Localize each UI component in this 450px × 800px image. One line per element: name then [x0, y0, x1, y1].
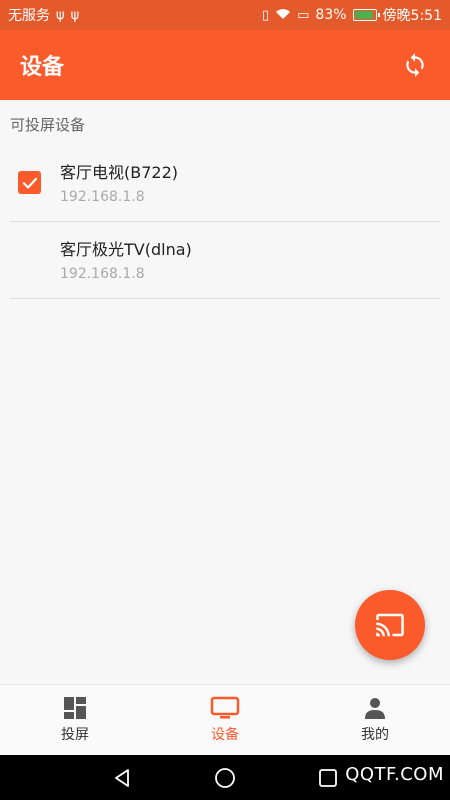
- refresh-icon: [406, 53, 424, 77]
- watermark: QQTF.COM: [345, 764, 444, 785]
- device-item[interactable]: 客厅极光TV(dlna) 192.168.1.8: [10, 222, 440, 299]
- battery-percent: 83%: [315, 7, 347, 23]
- device-ip: 192.168.1.8: [60, 189, 145, 205]
- nav-item-cast[interactable]: 投屏: [0, 685, 150, 755]
- device-ip: 192.168.1.8: [60, 266, 145, 282]
- status-right: ▯ ▭ 83% 傍晚5:51: [262, 5, 442, 25]
- clock: 傍晚5:51: [382, 8, 442, 24]
- device-item[interactable]: 客厅电视(B722) 192.168.1.8: [10, 145, 440, 222]
- cast-icon: [376, 613, 404, 637]
- section-title: 可投屏设备: [10, 116, 86, 134]
- carrier-text: 无服务: [8, 8, 50, 24]
- nav-label: 投屏: [61, 727, 89, 743]
- usb-icon: ψ: [70, 7, 80, 23]
- recents-icon: [319, 768, 338, 787]
- device-name: 客厅电视(B722): [60, 163, 179, 182]
- status-left: 无服务 ψ ψ: [8, 5, 79, 25]
- check-icon: [22, 177, 37, 189]
- nav-item-devices[interactable]: 设备: [150, 685, 300, 755]
- vibrate-icon: ▯: [261, 7, 270, 23]
- grid-icon: [64, 697, 86, 719]
- nav-item-me[interactable]: 我的: [300, 685, 450, 755]
- bottom-nav: 投屏 设备 我的: [0, 684, 450, 755]
- battery-icon: [352, 9, 380, 21]
- refresh-button[interactable]: [400, 50, 430, 80]
- device-checkbox[interactable]: [18, 171, 41, 194]
- recents-button[interactable]: [315, 765, 341, 791]
- cast-button[interactable]: [355, 590, 425, 660]
- page-title: 设备: [20, 55, 65, 80]
- status-bar: 无服务 ψ ψ ▯ ▭ 83% 傍晚5:51: [0, 0, 450, 30]
- person-icon: [365, 698, 385, 719]
- back-button[interactable]: [109, 765, 135, 791]
- device-list: 客厅电视(B722) 192.168.1.8 客厅极光TV(dlna) 192.…: [10, 145, 440, 299]
- home-icon: [215, 767, 235, 788]
- app-bar: 设备: [0, 30, 450, 100]
- tv-icon: [210, 696, 240, 719]
- usb-icon: ψ: [56, 7, 65, 23]
- home-button[interactable]: [212, 765, 238, 791]
- device-name: 客厅极光TV(dlna): [60, 240, 192, 259]
- nav-label: 我的: [361, 727, 389, 743]
- wifi-icon: [275, 8, 291, 23]
- sim-icon: ▭: [297, 7, 310, 23]
- back-icon: [114, 768, 129, 787]
- nav-label: 设备: [211, 727, 239, 743]
